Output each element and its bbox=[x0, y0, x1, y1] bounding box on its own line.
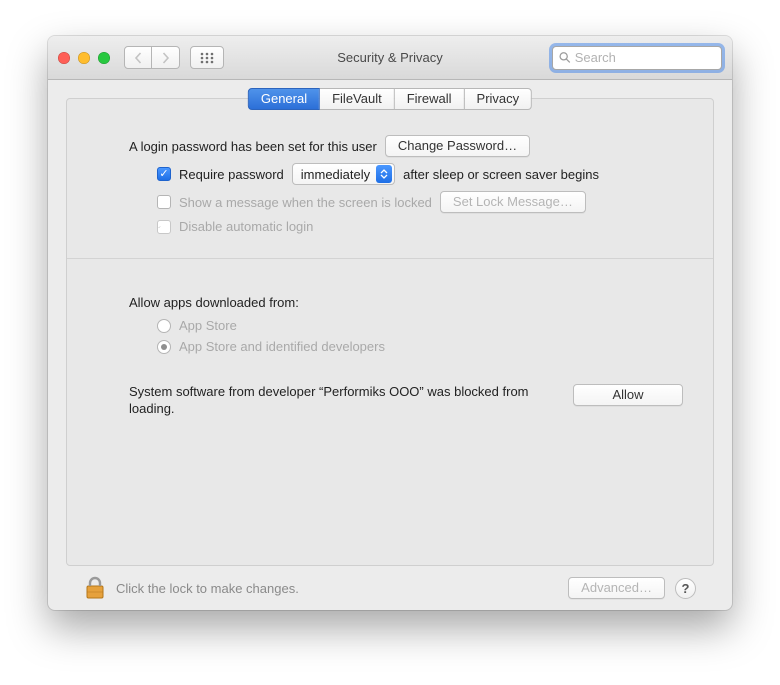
login-password-row: A login password has been set for this u… bbox=[129, 135, 683, 157]
require-password-tail: after sleep or screen saver begins bbox=[403, 167, 599, 182]
show-all-button[interactable] bbox=[190, 46, 224, 69]
titlebar: Security & Privacy bbox=[48, 36, 732, 80]
disable-auto-login-checkbox bbox=[157, 220, 171, 234]
require-password-checkbox[interactable] bbox=[157, 167, 171, 181]
show-message-checkbox bbox=[157, 195, 171, 209]
appstore-option-row: App Store bbox=[157, 318, 683, 333]
show-message-label: Show a message when the screen is locked bbox=[179, 195, 432, 210]
show-message-row: Show a message when the screen is locked… bbox=[157, 191, 683, 213]
minimize-window-button[interactable] bbox=[78, 52, 90, 64]
tab-bar: General FileVault Firewall Privacy bbox=[248, 88, 532, 110]
tab-firewall[interactable]: Firewall bbox=[395, 88, 465, 110]
section-divider bbox=[67, 258, 713, 259]
popup-arrows-icon bbox=[376, 165, 392, 183]
search-field[interactable] bbox=[552, 46, 722, 70]
window-controls bbox=[58, 52, 110, 64]
disable-auto-login-row: Disable automatic login bbox=[157, 219, 683, 234]
set-lock-message-button: Set Lock Message… bbox=[440, 191, 586, 213]
search-input[interactable] bbox=[575, 50, 715, 65]
lock-button[interactable] bbox=[84, 576, 106, 600]
footer-bar: Click the lock to make changes. Advanced… bbox=[66, 566, 714, 610]
require-password-delay-popup[interactable]: immediately bbox=[292, 163, 395, 185]
search-icon bbox=[559, 51, 571, 64]
help-button[interactable]: ? bbox=[675, 578, 696, 599]
back-button[interactable] bbox=[124, 46, 152, 69]
login-password-text: A login password has been set for this u… bbox=[129, 139, 377, 154]
advanced-button[interactable]: Advanced… bbox=[568, 577, 665, 599]
chevron-right-icon bbox=[161, 52, 170, 64]
forward-button[interactable] bbox=[152, 46, 180, 69]
identified-option-row: App Store and identified developers bbox=[157, 339, 683, 354]
disable-auto-login-label: Disable automatic login bbox=[179, 219, 313, 234]
nav-buttons bbox=[124, 46, 180, 69]
content-area: General FileVault Firewall Privacy A log… bbox=[48, 80, 732, 610]
appstore-radio bbox=[157, 319, 171, 333]
lock-icon bbox=[84, 576, 106, 600]
tab-general[interactable]: General bbox=[248, 88, 320, 110]
tab-privacy[interactable]: Privacy bbox=[465, 88, 533, 110]
zoom-window-button[interactable] bbox=[98, 52, 110, 64]
require-password-label: Require password bbox=[179, 167, 284, 182]
chevron-left-icon bbox=[134, 52, 143, 64]
require-password-row: Require password immediately after sleep… bbox=[157, 163, 683, 185]
preferences-window: Security & Privacy General FileVault Fir… bbox=[48, 36, 732, 610]
grid-icon bbox=[200, 52, 214, 64]
identified-option-label: App Store and identified developers bbox=[179, 339, 385, 354]
allow-apps-heading: Allow apps downloaded from: bbox=[129, 295, 683, 310]
tab-filevault[interactable]: FileVault bbox=[320, 88, 395, 110]
lock-hint-text: Click the lock to make changes. bbox=[116, 581, 299, 596]
blocked-software-row: System software from developer “Performi… bbox=[129, 384, 683, 418]
appstore-option-label: App Store bbox=[179, 318, 237, 333]
identified-developers-radio bbox=[157, 340, 171, 354]
require-password-delay-value: immediately bbox=[301, 167, 370, 182]
change-password-button[interactable]: Change Password… bbox=[385, 135, 530, 157]
close-window-button[interactable] bbox=[58, 52, 70, 64]
allow-button[interactable]: Allow bbox=[573, 384, 683, 406]
blocked-software-text: System software from developer “Performi… bbox=[129, 384, 529, 418]
main-panel: General FileVault Firewall Privacy A log… bbox=[66, 98, 714, 566]
